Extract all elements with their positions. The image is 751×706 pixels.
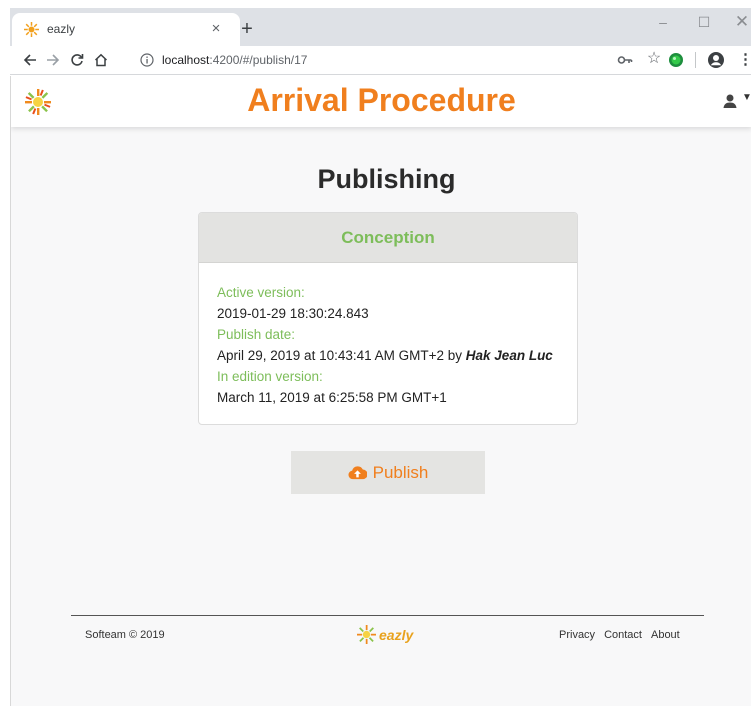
page-viewport: Arrival Procedure ▼ Publishing Conceptio… <box>10 76 751 706</box>
footer-logo-text: eazly <box>379 626 414 643</box>
app-title: Arrival Procedure <box>247 82 516 118</box>
cloud-upload-icon <box>348 466 367 480</box>
eazly-favicon-icon <box>24 22 39 37</box>
card-body: Active version: 2019-01-29 18:30:24.843 … <box>199 263 577 408</box>
reload-icon[interactable] <box>66 49 88 71</box>
browser-tab[interactable]: eazly × <box>12 13 240 46</box>
publish-date-value: April 29, 2019 at 10:43:41 AM GMT+2 by H… <box>217 345 559 366</box>
user-icon[interactable] <box>722 93 738 109</box>
footer-link-privacy[interactable]: Privacy <box>559 629 595 641</box>
browser-tabstrip: eazly × + – ☐ ✕ <box>10 8 751 46</box>
footer-copyright: Softeam © 2019 <box>85 629 165 641</box>
footer-links: Privacy Contact About <box>559 629 680 641</box>
footer-link-contact[interactable]: Contact <box>604 629 642 641</box>
active-version-label: Active version: <box>217 285 305 300</box>
app-header: Arrival Procedure ▼ <box>11 76 751 127</box>
tab-title: eazly <box>47 22 76 36</box>
footer-logo[interactable]: eazly <box>357 625 413 644</box>
back-arrow-icon[interactable] <box>19 49 41 71</box>
window-minimize-button[interactable]: – <box>648 12 678 32</box>
window-close-button[interactable]: ✕ <box>727 12 751 32</box>
edition-version-label: In edition version: <box>217 369 323 384</box>
publish-button[interactable]: Publish <box>291 451 485 494</box>
url-path: :4200/#/publish/17 <box>209 53 308 67</box>
address-bar[interactable]: localhost:4200/#/publish/17 ☆ <box>126 48 666 72</box>
tab-close-icon[interactable]: × <box>206 19 226 39</box>
window-maximize-button[interactable]: ☐ <box>689 12 719 32</box>
forward-arrow-icon[interactable] <box>42 49 64 71</box>
key-icon[interactable] <box>617 52 633 68</box>
active-version-value: 2019-01-29 18:30:24.843 <box>217 306 369 321</box>
menu-dots-icon[interactable]: ⋮ <box>738 50 751 70</box>
page-title: Publishing <box>317 164 456 194</box>
footer-divider <box>71 615 704 616</box>
browser-toolbar: localhost:4200/#/publish/17 ☆ ⋮ <box>10 46 751 75</box>
star-icon[interactable]: ☆ <box>644 49 664 69</box>
info-icon[interactable] <box>140 53 154 67</box>
toolbar-separator <box>695 52 696 68</box>
conception-card: Conception Active version: 2019-01-29 18… <box>198 212 578 425</box>
profile-icon[interactable] <box>707 51 725 69</box>
edition-version-value: March 11, 2019 at 6:25:58 PM GMT+1 <box>217 390 447 405</box>
eazly-logo-icon <box>357 625 376 644</box>
url-host: localhost <box>162 53 210 67</box>
footer-link-about[interactable]: About <box>651 629 680 641</box>
publish-author: Hak Jean Luc <box>465 348 553 363</box>
publish-button-label: Publish <box>372 462 429 482</box>
extension-icon[interactable] <box>668 52 684 68</box>
url-text[interactable]: localhost:4200/#/publish/17 <box>162 53 307 67</box>
new-tab-button[interactable]: + <box>236 18 258 40</box>
card-title: Conception <box>199 213 577 263</box>
home-icon[interactable] <box>90 49 112 71</box>
publish-date-text: April 29, 2019 at 10:43:41 AM GMT+2 by <box>217 348 466 363</box>
chevron-down-icon[interactable]: ▼ <box>742 92 751 103</box>
publish-date-label: Publish date: <box>217 327 296 342</box>
